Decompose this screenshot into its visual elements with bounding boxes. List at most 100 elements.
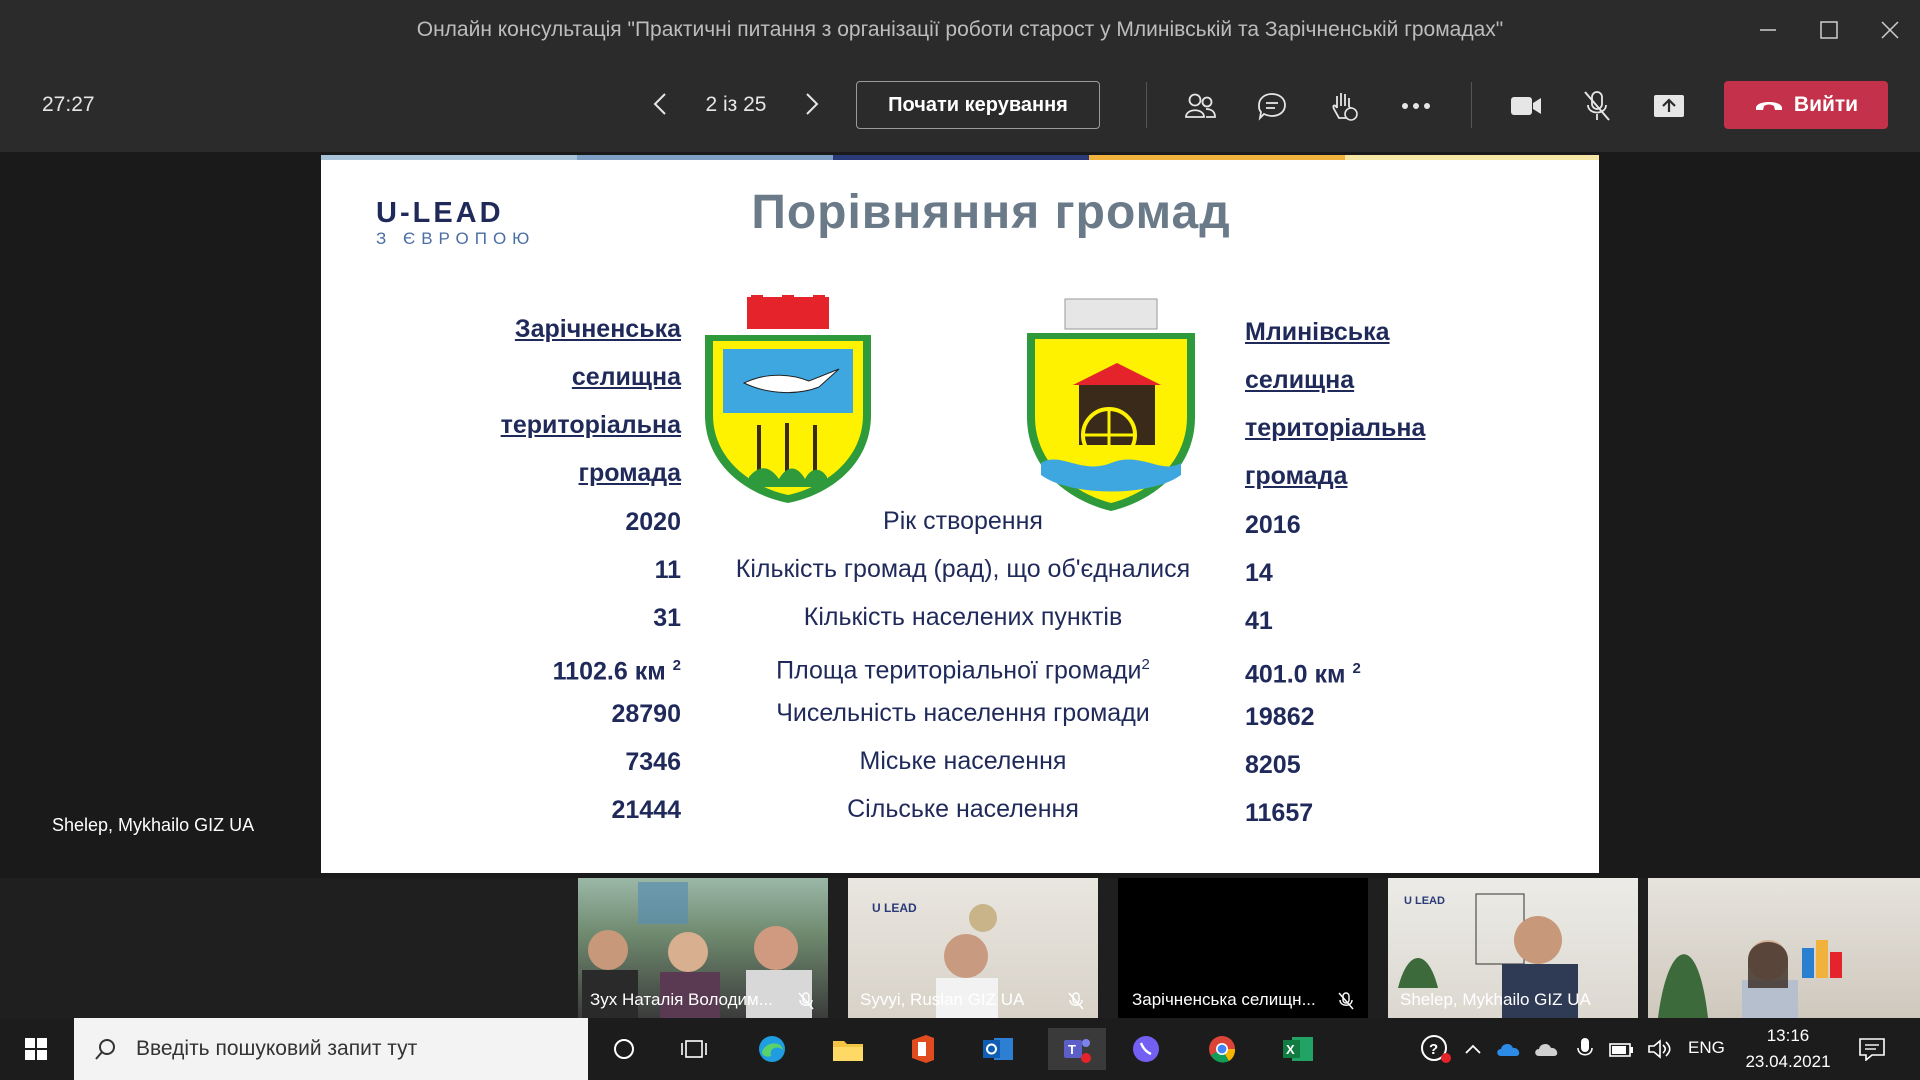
viber-icon: [1133, 1036, 1159, 1062]
hang-up-icon: [1755, 102, 1782, 110]
minimize-icon: [1760, 29, 1776, 31]
notification-icon: [1859, 1038, 1885, 1061]
task-view-button[interactable]: [602, 1028, 646, 1070]
camera-button[interactable]: [1504, 84, 1548, 128]
cloud-icon: [1497, 1043, 1520, 1056]
slide-stripe: [1345, 155, 1599, 160]
left-value: 11: [654, 556, 681, 584]
left-values-column: 2020 11 31 1102.6 км 2 28790 7346 21444: [431, 498, 681, 834]
share-tray-button[interactable]: [1647, 84, 1691, 128]
next-slide-button[interactable]: [794, 86, 830, 122]
minimize-button[interactable]: [1748, 10, 1788, 50]
input-language-indicator[interactable]: ENG: [1688, 1038, 1725, 1058]
chrome-taskbar-button[interactable]: [1200, 1028, 1244, 1070]
row-label: Площа територіальної громади2: [776, 656, 1150, 685]
mic-button[interactable]: [1575, 84, 1619, 128]
volume-tray-button[interactable]: [1642, 1028, 1678, 1070]
close-icon: [1881, 21, 1899, 39]
u-lead-logo: U-LEAD: [376, 197, 504, 229]
teams-taskbar-button[interactable]: T: [1048, 1028, 1106, 1070]
right-value: 14: [1245, 559, 1273, 587]
microphone-icon: [1577, 1038, 1593, 1056]
left-value: 31: [653, 604, 681, 632]
participant-name: Syvyi, Ruslan GIZ UA: [860, 990, 1025, 1009]
clock-time[interactable]: 13:16: [1742, 1026, 1834, 1046]
shared-slide: U-LEAD З ЄВРОПОЮ Порівняння громад Заріч…: [321, 155, 1599, 873]
start-button[interactable]: [14, 1028, 58, 1070]
cloud-icon: [1535, 1043, 1558, 1056]
video-feed-image: [1658, 940, 1842, 1018]
onedrive-personal-tray-button[interactable]: [1530, 1028, 1564, 1070]
svg-text:X: X: [1286, 1042, 1295, 1057]
mic-muted-icon: [1338, 992, 1354, 1010]
self-view-tile[interactable]: [1648, 878, 1920, 1018]
notifications-button[interactable]: [1850, 1028, 1894, 1070]
battery-tray-button[interactable]: [1604, 1028, 1640, 1070]
clock-date[interactable]: 23.04.2021: [1742, 1052, 1834, 1072]
right-values-column: 2016 14 41 401.0 км 2 19862 8205 11657: [1245, 501, 1545, 837]
share-screen-icon: [1654, 95, 1684, 117]
show-hidden-icons-button[interactable]: [1458, 1028, 1488, 1070]
left-value: 1102.6 км 2: [552, 657, 681, 686]
outlook-taskbar-button[interactable]: [976, 1028, 1020, 1070]
more-actions-button[interactable]: [1394, 84, 1438, 128]
participant-tile[interactable]: Зух Наталія Володим...: [578, 878, 828, 1018]
right-value: 8205: [1245, 751, 1301, 779]
row-label: Чисельність населення громади: [776, 699, 1150, 727]
leave-button[interactable]: Вийти: [1724, 81, 1888, 129]
take-control-button[interactable]: Почати керування: [856, 81, 1100, 129]
participant-name: Зарічненська селищн...: [1132, 990, 1316, 1009]
left-value: 7346: [625, 748, 681, 776]
participants-button[interactable]: [1178, 84, 1222, 128]
chat-button[interactable]: [1250, 84, 1294, 128]
meeting-controls: 27:27 2 із 25 Почати керування Вийти: [0, 60, 1920, 152]
svg-text:U LEAD: U LEAD: [872, 901, 917, 915]
chat-icon: [1258, 93, 1286, 121]
chevron-up-icon: [1465, 1044, 1481, 1054]
participant-tile[interactable]: Зарічненська селищн...: [1118, 878, 1368, 1018]
people-icon: [1185, 93, 1216, 118]
office-icon: [912, 1035, 934, 1063]
left-value: 28790: [611, 700, 681, 728]
prev-slide-button[interactable]: [642, 86, 678, 122]
reactions-button[interactable]: [1322, 84, 1366, 128]
slide-title: Порівняння громад: [751, 186, 1231, 239]
cortana-icon: [614, 1039, 634, 1059]
chevron-left-icon: [653, 93, 666, 115]
window-title: Онлайн консультація "Практичні питання з…: [416, 18, 1504, 41]
edge-taskbar-button[interactable]: [750, 1028, 794, 1070]
divider: [1146, 82, 1147, 128]
viber-taskbar-button[interactable]: [1124, 1028, 1168, 1070]
slide-stripe: [321, 155, 577, 160]
windows-logo-icon: [25, 1038, 47, 1060]
more-icon: [1402, 103, 1430, 109]
right-value: 401.0 км 2: [1245, 660, 1361, 689]
zarichne-coat-of-arms-icon: [705, 295, 871, 503]
maximize-button[interactable]: [1809, 10, 1849, 50]
task-view-button[interactable]: [672, 1028, 716, 1070]
presenter-name-label: Shelep, Mykhailo GIZ UA: [52, 815, 255, 835]
help-tray-button[interactable]: ?: [1414, 1028, 1458, 1070]
svg-text:T: T: [1068, 1042, 1076, 1057]
right-value: 41: [1245, 607, 1273, 635]
windows-taskbar: Введіть пошуковий запит тут T X ? ENG 13…: [0, 1018, 1920, 1080]
mic-muted-icon: [798, 992, 814, 1010]
office-taskbar-button[interactable]: [900, 1028, 944, 1070]
participant-tile[interactable]: U LEAD Syvyi, Ruslan GIZ UA: [848, 878, 1098, 1018]
mic-muted-icon: [1068, 992, 1084, 1010]
close-window-button[interactable]: [1870, 10, 1910, 50]
folder-icon: [833, 1041, 863, 1061]
chrome-icon: [1209, 1036, 1236, 1063]
row-label: Кількість населених пунктів: [803, 603, 1123, 631]
microphone-tray-button[interactable]: [1568, 1028, 1602, 1070]
file-explorer-taskbar-button[interactable]: [826, 1028, 870, 1070]
participant-tile[interactable]: U LEAD Shelep, Mykhailo GIZ UA: [1388, 878, 1638, 1018]
excel-taskbar-button[interactable]: X: [1276, 1028, 1320, 1070]
slide-stripe: [577, 155, 833, 160]
battery-icon: [1609, 1043, 1633, 1057]
mlyniv-coat-of-arms-icon: [1027, 298, 1195, 511]
camera-icon: [1511, 97, 1541, 115]
onedrive-tray-button[interactable]: [1492, 1028, 1526, 1070]
taskbar-search[interactable]: Введіть пошуковий запит тут: [74, 1018, 588, 1080]
maximize-icon: [1820, 21, 1838, 39]
